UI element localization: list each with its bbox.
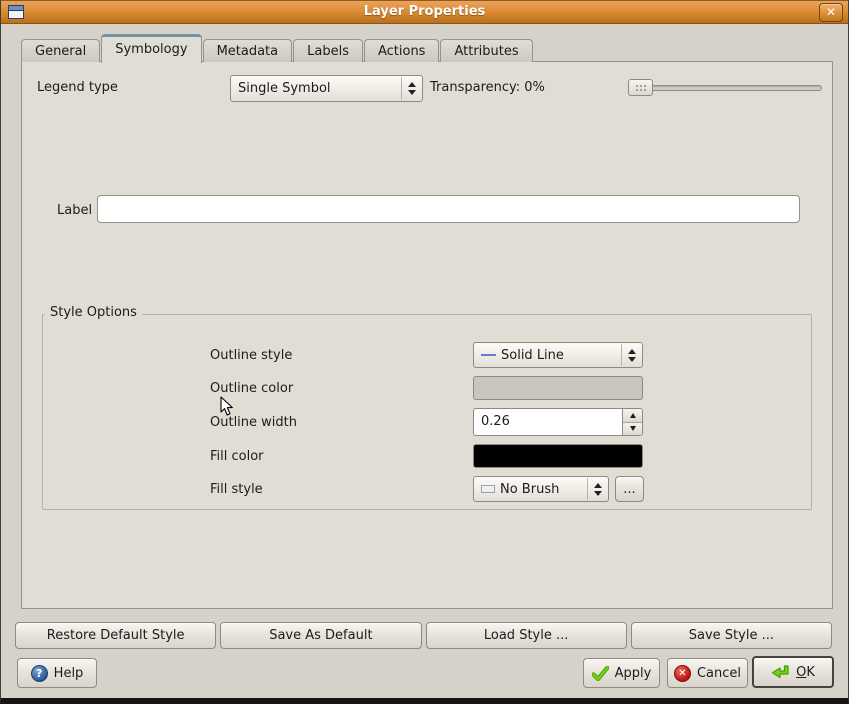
chevron-down-icon — [630, 426, 636, 431]
tab-bar: General Symbology Metadata Labels Action… — [21, 33, 534, 62]
tab-general[interactable]: General — [21, 39, 100, 62]
restore-default-style-button[interactable]: Restore Default Style — [15, 622, 216, 649]
style-options-title: Style Options — [45, 305, 142, 320]
ok-label: OK — [796, 665, 815, 680]
titlebar[interactable]: Layer Properties ✕ — [1, 1, 848, 24]
chevron-up-icon — [630, 413, 636, 418]
fill-style-value: No Brush — [500, 482, 559, 497]
dropdown-arrows-icon — [621, 344, 642, 366]
slider-track[interactable] — [629, 85, 822, 91]
style-buttons-row: Restore Default Style Save As Default Lo… — [15, 622, 832, 649]
dropdown-arrows-icon — [401, 77, 422, 100]
help-icon: ? — [31, 665, 48, 682]
outline-width-label: Outline width — [210, 415, 297, 430]
style-options-group: Style Options Outline style Solid Line O… — [42, 314, 812, 510]
spin-up-button[interactable] — [623, 409, 642, 423]
tab-actions[interactable]: Actions — [364, 39, 440, 62]
dropdown-arrows-icon — [587, 478, 608, 500]
tab-labels[interactable]: Labels — [293, 39, 363, 62]
ok-enter-icon — [771, 665, 790, 680]
outline-width-spinbox[interactable]: 0.26 — [473, 408, 643, 436]
tab-metadata[interactable]: Metadata — [203, 39, 293, 62]
fill-style-label: Fill style — [210, 482, 263, 497]
slider-handle[interactable] — [628, 79, 653, 96]
tab-attributes[interactable]: Attributes — [440, 39, 532, 62]
label-field-label: Label — [57, 203, 92, 218]
apply-button[interactable]: Apply — [583, 658, 660, 688]
window-title: Layer Properties — [1, 4, 848, 19]
help-button[interactable]: ? Help — [17, 658, 97, 688]
outline-color-label: Outline color — [210, 381, 293, 396]
apply-check-icon — [592, 666, 609, 681]
legend-type-select[interactable]: Single Symbol — [230, 75, 423, 102]
close-icon: ✕ — [826, 5, 836, 19]
solid-line-icon — [481, 354, 496, 356]
layer-properties-dialog: Layer Properties ✕ General Symbology Met… — [0, 0, 849, 704]
tab-symbology[interactable]: Symbology — [101, 34, 201, 63]
no-brush-icon — [481, 485, 495, 493]
transparency-slider[interactable] — [628, 79, 823, 97]
legend-type-value: Single Symbol — [238, 81, 331, 96]
save-as-default-button[interactable]: Save As Default — [220, 622, 421, 649]
label-input[interactable] — [97, 195, 800, 223]
fill-style-select[interactable]: No Brush — [473, 476, 609, 502]
fill-color-button[interactable] — [473, 444, 643, 468]
outline-style-value: Solid Line — [501, 348, 564, 363]
outline-color-button[interactable] — [473, 376, 643, 400]
fill-color-label: Fill color — [210, 449, 264, 464]
outline-style-select[interactable]: Solid Line — [473, 342, 643, 368]
legend-type-label: Legend type — [37, 80, 118, 95]
save-style-button[interactable]: Save Style ... — [631, 622, 832, 649]
cancel-icon: ✕ — [674, 665, 691, 682]
outline-width-value[interactable]: 0.26 — [474, 409, 622, 435]
outline-style-label: Outline style — [210, 348, 292, 363]
close-button[interactable]: ✕ — [819, 3, 843, 22]
cancel-button[interactable]: ✕ Cancel — [667, 658, 748, 688]
ok-button[interactable]: OK — [752, 656, 834, 688]
transparency-label: Transparency: 0% — [430, 80, 545, 95]
load-style-button[interactable]: Load Style ... — [426, 622, 627, 649]
spin-down-button[interactable] — [623, 423, 642, 436]
symbology-page: Legend type Single Symbol Transparency: … — [21, 61, 833, 609]
fill-style-more-button[interactable]: ... — [615, 476, 644, 502]
